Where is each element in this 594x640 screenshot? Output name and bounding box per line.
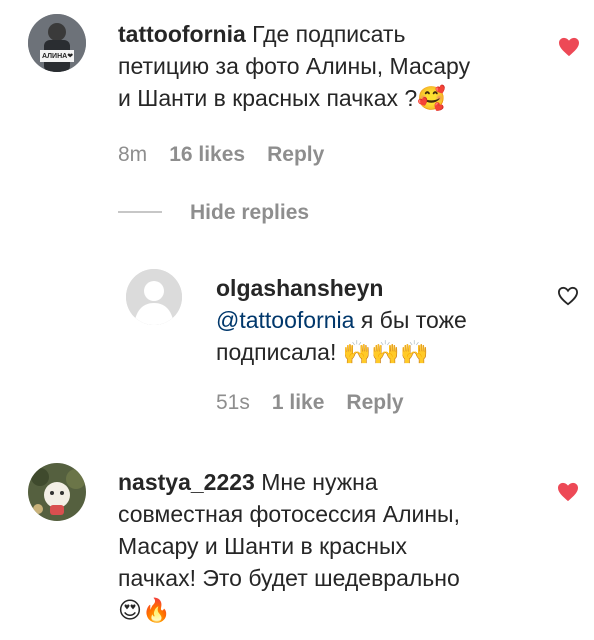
reply-text: olgashansheyn @tattoofornia я бы тоже по… [216,272,467,368]
avatar[interactable]: АЛИНА❤ [28,14,86,72]
like-heart-icon[interactable] [558,37,580,57]
comment-text: nastya_2223 Мне нужна совместная фотосес… [118,466,460,626]
comment-line: Где подписать [252,21,406,47]
avatar[interactable] [28,463,86,521]
comment-username[interactable]: olgashansheyn [216,272,467,304]
avatar-photo [28,463,86,521]
comment-line: 😍🔥 [118,597,171,623]
avatar[interactable] [126,269,182,325]
comment-line: пачках! Это будет шедеврально [118,565,460,591]
comment-line: я бы тоже [354,307,467,333]
comment-username[interactable]: nastya_2223 [118,469,255,495]
comment-username[interactable]: tattoofornia [118,21,246,47]
hide-replies-label: Hide replies [190,201,310,224]
comment-line: и Шанти в красных пачках ?🥰 [118,85,446,111]
comment-time: 51s [216,391,250,414]
comment-time: 8m [118,143,148,166]
reply-button[interactable]: Reply [267,143,324,167]
hide-replies-divider [118,211,162,213]
like-heart-outline-icon[interactable] [557,286,579,306]
avatar-photo [28,14,86,72]
comment-text: tattoofornia Где подписать петицию за фо… [118,18,470,114]
hide-replies-button[interactable]: Hide replies [190,201,309,225]
comment-meta: 51s 1 like Reply [216,391,404,415]
comment-line: Мне нужна [254,469,378,495]
reply-button[interactable]: Reply [346,391,403,415]
likes-count[interactable]: 1 like [272,391,325,415]
comment-line: петицию за фото Алины, Масару [118,53,471,79]
comment-line: Масару и Шанти в красных [118,533,407,559]
likes-count[interactable]: 16 likes [169,143,245,167]
default-avatar-icon [126,269,182,325]
comment-line: подписала! 🙌🙌🙌 [216,339,429,365]
comment-line: совместная фотосессия Алины, [118,501,460,527]
comment-meta: 8m 16 likes Reply [118,143,324,167]
mention-link[interactable]: @tattoofornia [216,307,354,333]
avatar-sign: АЛИНА❤ [42,53,74,60]
like-heart-icon[interactable] [557,482,579,502]
